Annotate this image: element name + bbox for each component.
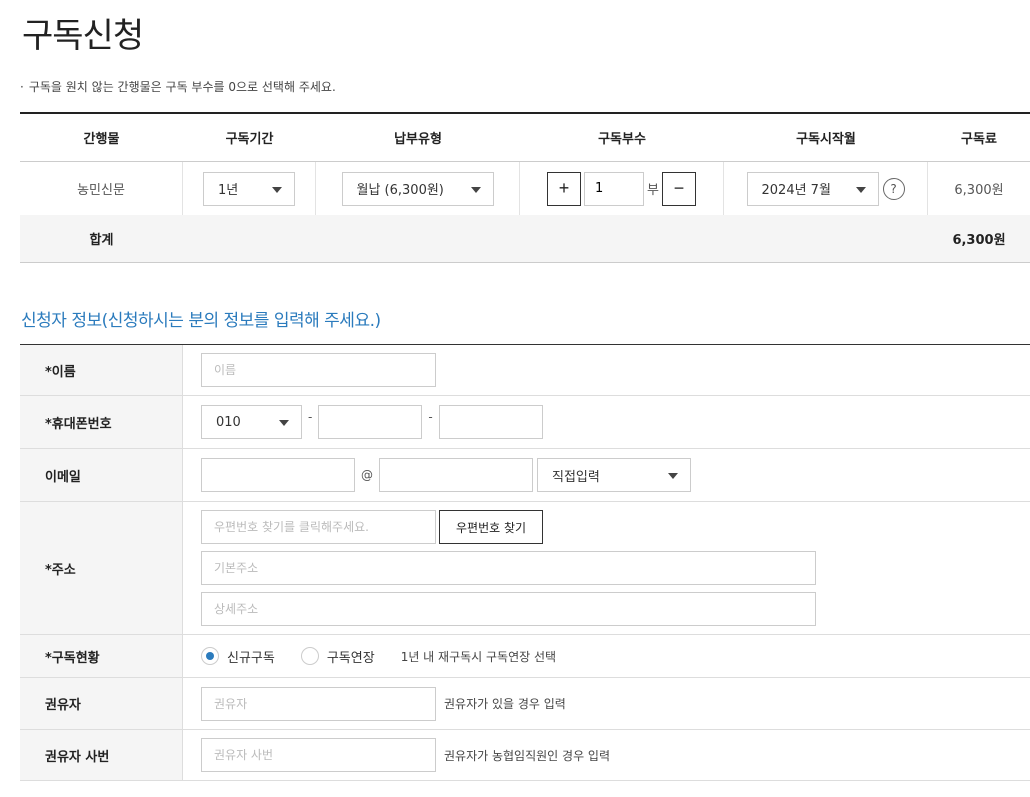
email-domain-select-value: 직접입력 (552, 469, 600, 485)
radio-unchecked-icon (300, 647, 319, 665)
header-period: 구독기간 (225, 132, 274, 147)
email-at-sign: @ (361, 468, 373, 482)
quantity-minus-button[interactable]: − (661, 171, 696, 206)
quantity-input[interactable] (584, 171, 645, 206)
quantity-plus-button[interactable]: + (547, 171, 582, 206)
zipcode-search-button[interactable]: 우편번호 찾기 (439, 510, 544, 544)
recommender-id-cell: 권유자가 농협임직원인 경우 입력 (183, 730, 1030, 780)
address-label: *주소 (20, 502, 183, 634)
header-payment-type: 납부유형 (394, 132, 442, 147)
phone-prefix-select[interactable]: 010 (201, 405, 302, 439)
period-cell: 1년 (183, 162, 316, 215)
chevron-down-icon (272, 186, 282, 193)
name-input[interactable] (201, 353, 436, 387)
notice-text: 구독을 원치 않는 간행물은 구독 부수를 0으로 선택해 주세요. (28, 80, 336, 94)
email-domain-select[interactable]: 직접입력 (537, 458, 691, 492)
status-new-label: 신규구독 (227, 650, 275, 666)
status-extend-label: 구독연장 (326, 650, 375, 666)
payment-type-select[interactable]: 월납 (6,300원) (341, 171, 494, 206)
form-row-email: 이메일 @ 직접입력 (20, 449, 1030, 502)
address-cell: 우편번호 찾기 (183, 502, 1030, 634)
email-cell: @ 직접입력 (183, 449, 1030, 501)
status-new-radio[interactable]: 신규구독 (201, 647, 275, 666)
form-row-recommender: 권유자 권유자가 있을 경우 입력 (20, 678, 1030, 730)
phone-label: *휴대폰번호 (20, 396, 183, 448)
recommender-hint: 권유자가 있을 경우 입력 (444, 697, 566, 711)
form-row-phone: *휴대폰번호 010 - - (20, 396, 1030, 449)
chevron-down-icon (855, 186, 866, 193)
header-fee: 구독료 (961, 132, 997, 147)
start-month-select[interactable]: 2024년 7월 (746, 171, 879, 206)
subscription-table: 간행물 구독기간 납부유형 구독부수 구독시작월 구독료 농민신문 1년 월납 … (20, 112, 1030, 263)
status-label: *구독현황 (20, 635, 183, 677)
header-quantity: 구독부수 (598, 132, 646, 147)
start-month-value: 2024년 7월 (761, 183, 831, 198)
applicant-form: *이름 *휴대폰번호 010 - - 이메일 @ 직접입력 *주소 우편번호 찾… (20, 344, 1030, 781)
address-basic-input[interactable] (201, 551, 816, 585)
phone-separator: - (308, 410, 313, 424)
header-start-month: 구독시작월 (796, 132, 856, 147)
payment-type-cell: 월납 (6,300원) (316, 162, 520, 215)
total-row: 합계 6,300원 (20, 215, 1030, 263)
subscription-row: 농민신문 1년 월납 (6,300원) + 부 − 2024년 7월 ? 6,3… (20, 162, 1030, 215)
zipcode-input[interactable] (201, 510, 436, 544)
start-month-cell: 2024년 7월 ? (724, 162, 928, 215)
phone-cell: 010 - - (183, 396, 1030, 448)
recommender-input[interactable] (201, 686, 436, 721)
total-value: 6,300원 (952, 233, 1006, 248)
email-id-input[interactable] (201, 458, 355, 492)
notice: · 구독을 원치 않는 간행물은 구독 부수를 0으로 선택해 주세요. (20, 78, 336, 95)
status-hint: 1년 내 재구독시 구독연장 선택 (400, 649, 557, 664)
recommender-id-input[interactable] (201, 738, 436, 772)
quantity-cell: + 부 − (520, 162, 724, 215)
recommender-id-hint: 권유자가 농협임직원인 경우 입력 (444, 748, 611, 763)
payment-type-value: 월납 (6,300원) (356, 183, 444, 198)
help-icon[interactable]: ? (882, 177, 905, 200)
phone-separator: - (428, 410, 433, 424)
publication-name: 농민신문 (77, 183, 125, 198)
form-row-status: *구독현황 신규구독 구독연장 1년 내 재구독시 구독연장 선택 (20, 635, 1030, 678)
quantity-unit: 부 (647, 183, 659, 198)
recommender-cell: 권유자가 있을 경우 입력 (183, 678, 1030, 729)
fee-cell: 6,300원 (928, 162, 1030, 215)
header-publication: 간행물 (83, 132, 120, 147)
email-domain-input[interactable] (379, 458, 533, 492)
phone-middle-input[interactable] (318, 405, 423, 439)
radio-checked-icon (201, 647, 219, 665)
chevron-down-icon (668, 473, 678, 479)
subscription-table-header: 간행물 구독기간 납부유형 구독부수 구독시작월 구독료 (20, 114, 1030, 162)
address-detail-input[interactable] (201, 592, 816, 626)
chevron-down-icon (279, 420, 289, 426)
form-row-address: *주소 우편번호 찾기 (20, 502, 1030, 635)
name-label: *이름 (20, 345, 183, 395)
status-cell: 신규구독 구독연장 1년 내 재구독시 구독연장 선택 (183, 635, 1030, 677)
email-label: 이메일 (20, 449, 183, 501)
name-cell (183, 345, 1030, 395)
recommender-label: 권유자 (20, 678, 183, 729)
zipcode-group: 우편번호 찾기 (201, 510, 544, 544)
phone-last-input[interactable] (438, 405, 543, 439)
phone-prefix-value: 010 (216, 414, 241, 430)
recommender-id-label: 권유자 사번 (20, 730, 183, 780)
chevron-down-icon (470, 186, 481, 193)
form-row-recommender-id: 권유자 사번 권유자가 농협임직원인 경우 입력 (20, 730, 1030, 781)
total-label: 합계 (89, 233, 114, 248)
period-value: 1년 (218, 183, 239, 198)
page-title: 구독신청 (22, 16, 144, 56)
period-select[interactable]: 1년 (203, 171, 295, 206)
form-row-name: *이름 (20, 345, 1030, 396)
status-extend-radio[interactable]: 구독연장 (300, 647, 375, 666)
applicant-section-title: 신청자 정보(신청하시는 분의 정보를 입력해 주세요.) (21, 311, 381, 331)
bullet-dot-icon: · (20, 80, 24, 94)
publication-cell: 농민신문 (20, 162, 183, 215)
fee-value: 6,300원 (954, 183, 1004, 198)
